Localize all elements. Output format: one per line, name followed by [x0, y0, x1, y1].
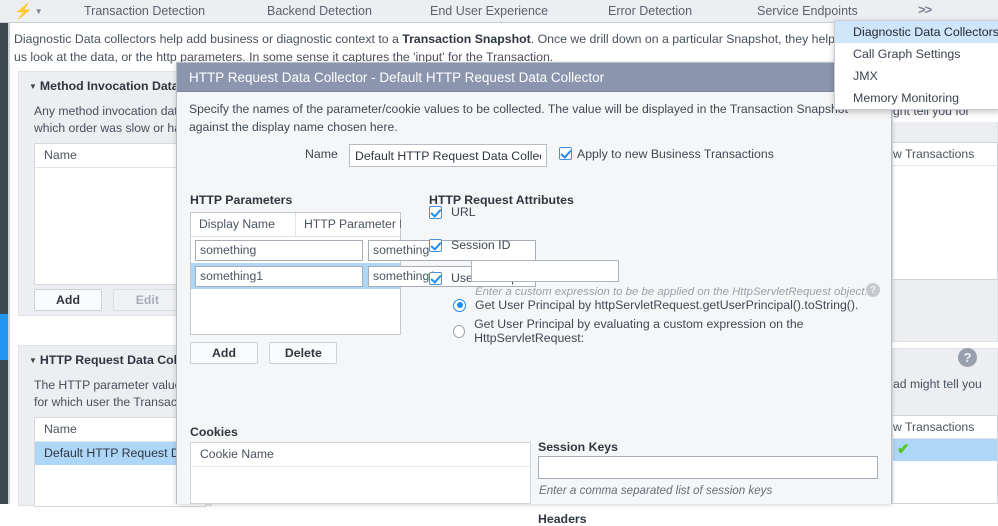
collapse-triangle-icon: ▼: [29, 356, 37, 365]
name-row: Name Apply to new Business Transactions: [177, 144, 877, 168]
user-principal-default-radio-row[interactable]: Get User Principal by httpServletRequest…: [453, 297, 879, 313]
method-invocation-desc-line2: which order was slow or ha: [34, 121, 181, 135]
left-rail-divider: [8, 22, 10, 504]
method-invocation-buttons: Add Edit: [34, 289, 182, 311]
http-request-desc-line2: for which user the Transacti: [34, 395, 184, 409]
http-request-panel-header[interactable]: ▼ HTTP Request Data Collect: [29, 353, 198, 367]
user-principal-custom-radio-row[interactable]: Get User Principal by evaluating a custo…: [453, 317, 879, 345]
method-invocation-desc-line1: Any method invocation data: [34, 104, 185, 118]
help-icon[interactable]: ?: [958, 348, 977, 367]
tab-error-detection[interactable]: Error Detection: [608, 3, 692, 20]
session-id-checkbox[interactable]: [429, 238, 442, 252]
dialog-description: Specify the names of the parameter/cooki…: [189, 102, 848, 134]
custom-expression-input[interactable]: [471, 260, 619, 282]
name-input[interactable]: [349, 144, 547, 167]
tab-backend-detection[interactable]: Backend Detection: [267, 3, 372, 20]
row-display-name-input[interactable]: [195, 239, 363, 261]
http-parameters-buttons: Add Delete: [190, 342, 345, 364]
method-invocation-title: Method Invocation Data Co: [39, 79, 199, 93]
tab-transaction-detection[interactable]: Transaction Detection: [84, 3, 205, 20]
user-principal-default-radio[interactable]: [453, 298, 466, 312]
session-keys-section-title: Session Keys: [538, 440, 618, 454]
column-display-name: Display Name: [191, 213, 296, 236]
dialog-body: Specify the names of the parameter/cooki…: [177, 92, 891, 526]
name-label: Name: [305, 147, 338, 161]
menu-item-diagnostic-data-collectors[interactable]: Diagnostic Data Collectors: [835, 21, 998, 43]
lightning-bolt-icon: ⚡: [14, 2, 33, 20]
user-principal-checkbox[interactable]: [429, 271, 442, 285]
http-parameters-table[interactable]: Display Name HTTP Parameter Na: [190, 212, 536, 335]
session-keys-hint: Enter a comma separated list of session …: [539, 484, 773, 497]
tab-service-endpoints[interactable]: Service Endpoints: [757, 3, 858, 20]
right-table-bottom-column-header: w Transactions: [893, 416, 997, 439]
cookies-table[interactable]: Cookie Name: [190, 442, 531, 504]
cookies-column-header: Cookie Name: [191, 443, 530, 467]
row-display-name-input[interactable]: [195, 265, 363, 287]
page-description-pre: Diagnostic Data collectors help add busi…: [14, 32, 403, 46]
apply-to-new-business-transactions-label: Apply to new Business Transactions: [577, 147, 774, 161]
page-description: Diagnostic Data collectors help add busi…: [14, 30, 850, 66]
chevron-down-icon: ▼: [34, 7, 43, 16]
http-parameters-header-row: Display Name HTTP Parameter Na: [191, 213, 401, 237]
url-checkbox[interactable]: [429, 205, 442, 219]
right-panel-text-clip: ght tell you for: [893, 104, 998, 122]
cookies-section-title: Cookies: [190, 425, 238, 439]
menu-item-call-graph-settings[interactable]: Call Graph Settings: [835, 43, 998, 65]
table-row[interactable]: [191, 237, 536, 263]
right-table-top[interactable]: w Transactions: [893, 142, 998, 280]
custom-expression-help-icon[interactable]: ?: [866, 283, 880, 297]
apply-to-new-business-transactions-checkbox[interactable]: [559, 147, 572, 160]
collapse-triangle-icon: ▼: [29, 82, 37, 91]
right-text-fragment-bottom: ad might tell you: [893, 377, 982, 391]
url-label: URL: [451, 205, 476, 219]
user-principal-custom-label: Get User Principal by evaluating a custo…: [474, 317, 804, 345]
method-invocation-add-button[interactable]: Add: [34, 289, 102, 311]
tab-end-user-experience[interactable]: End User Experience: [430, 3, 548, 20]
method-invocation-edit-button: Edit: [113, 289, 182, 311]
menu-item-memory-monitoring[interactable]: Memory Monitoring: [835, 87, 998, 109]
right-table-bottom[interactable]: w Transactions ✔: [893, 415, 998, 504]
http-request-desc-line1: The HTTP parameter values: [34, 378, 188, 392]
http-parameters-delete-button[interactable]: Delete: [269, 342, 338, 364]
method-invocation-panel-header[interactable]: ▼ Method Invocation Data Co: [29, 79, 198, 93]
right-table-column-header: w Transactions: [893, 143, 997, 166]
column-http-parameter-name: HTTP Parameter Na: [304, 217, 401, 231]
session-id-label: Session ID: [451, 238, 511, 252]
menu-item-jmx[interactable]: JMX: [835, 65, 998, 87]
tab-overflow-button[interactable]: >>: [918, 2, 932, 17]
http-parameters-add-button[interactable]: Add: [190, 342, 258, 364]
url-checkbox-row[interactable]: URL: [429, 204, 879, 220]
http-request-data-collector-dialog: HTTP Request Data Collector - Default HT…: [176, 62, 892, 526]
headers-section-title: Headers: [538, 512, 587, 526]
session-keys-input[interactable]: [538, 456, 878, 479]
user-principal-default-label: Get User Principal by httpServletRequest…: [475, 298, 859, 312]
http-parameters-section-title: HTTP Parameters: [190, 193, 293, 207]
user-principal-custom-radio[interactable]: [453, 324, 466, 338]
left-rail-active-indicator: [0, 314, 8, 360]
custom-expression-hint: Enter a custom expression to be be appli…: [475, 286, 868, 298]
diagnostics-dropdown-menu: Diagnostic Data Collectors Call Graph Se…: [834, 20, 998, 110]
http-request-panel-title: HTTP Request Data Collect: [39, 353, 199, 367]
table-row[interactable]: ✔: [893, 439, 997, 461]
table-row[interactable]: [191, 263, 536, 289]
session-id-checkbox-row[interactable]: Session ID: [429, 237, 879, 253]
left-rail: [0, 22, 8, 504]
page-description-emphasis: Transaction Snapshot: [402, 32, 531, 46]
dialog-title: HTTP Request Data Collector - Default HT…: [177, 63, 891, 92]
app-menu-button[interactable]: ⚡ ▼: [14, 2, 48, 20]
